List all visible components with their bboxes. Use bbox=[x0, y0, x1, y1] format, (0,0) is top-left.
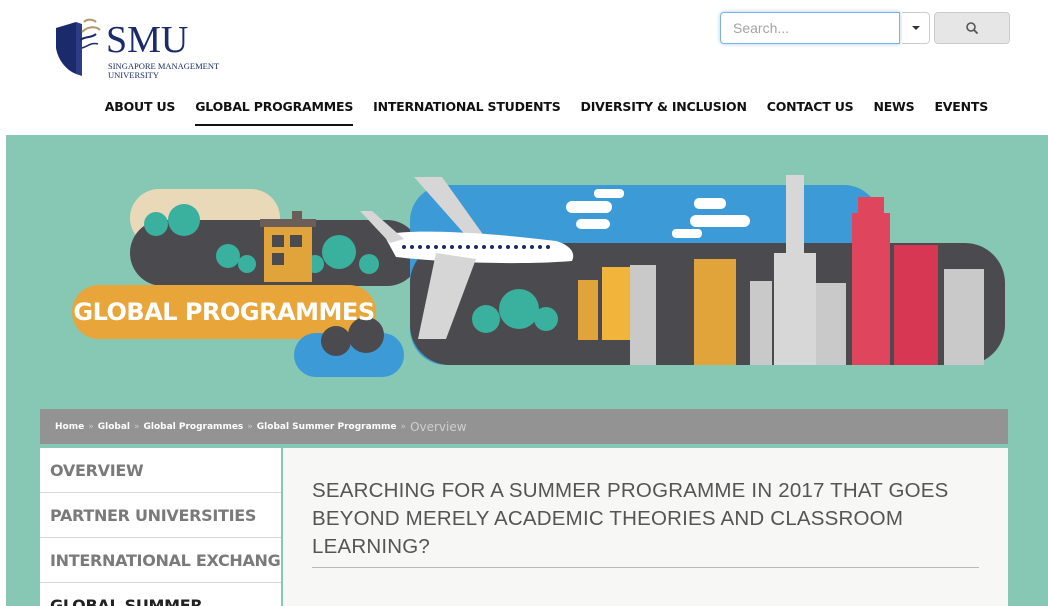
sidebar-item-partner-universities[interactable]: PARTNER UNIVERSITIES bbox=[40, 493, 281, 538]
sidebar-item-label: OVERVIEW bbox=[50, 460, 144, 480]
nav-global-programmes[interactable]: GLOBAL PROGRAMMES bbox=[185, 98, 363, 128]
sidebar-item-label: GLOBAL SUMMER bbox=[50, 596, 203, 606]
sidebar-item-label: INTERNATIONAL EXCHANGE bbox=[50, 550, 281, 570]
nav-news[interactable]: NEWS bbox=[863, 98, 924, 128]
breadcrumb-separator: » bbox=[133, 421, 140, 432]
sidebar-item-global-summer[interactable]: GLOBAL SUMMER bbox=[40, 583, 281, 606]
breadcrumb: Home » Global » Global Programmes » Glob… bbox=[40, 409, 1008, 444]
nav-contact-us[interactable]: CONTACT US bbox=[757, 98, 864, 128]
nav-international-students[interactable]: INTERNATIONAL STUDENTS bbox=[363, 98, 570, 128]
breadcrumb-home[interactable]: Home bbox=[55, 422, 84, 432]
logo-subtitle: SINGAPORE MANAGEMENT UNIVERSITY bbox=[108, 61, 220, 80]
breadcrumb-separator: » bbox=[247, 421, 253, 432]
breadcrumb-current: Overview bbox=[410, 419, 467, 434]
nav-diversity-inclusion[interactable]: DIVERSITY & INCLUSION bbox=[571, 98, 757, 128]
search-bar bbox=[720, 12, 1010, 44]
breadcrumb-global[interactable]: Global bbox=[98, 422, 130, 432]
sidebar-menu: OVERVIEW PARTNER UNIVERSITIES INTERNATIO… bbox=[40, 448, 281, 606]
breadcrumb-global-summer-programme[interactable]: Global Summer Programme bbox=[257, 422, 397, 432]
search-icon bbox=[966, 22, 979, 35]
nav-about-us[interactable]: ABOUT US bbox=[95, 98, 185, 128]
smu-logo[interactable]: SMU SINGAPORE MANAGEMENT UNIVERSITY bbox=[52, 12, 252, 84]
search-button[interactable] bbox=[934, 12, 1010, 44]
banner-title: GLOBAL PROGRAMMES bbox=[73, 298, 375, 326]
search-input[interactable] bbox=[720, 12, 900, 44]
main-content: SEARCHING FOR A SUMMER PROGRAMME IN 2017… bbox=[283, 448, 1008, 606]
sidebar-item-label: PARTNER UNIVERSITIES bbox=[50, 505, 257, 525]
sidebar-item-overview[interactable]: OVERVIEW bbox=[40, 448, 281, 493]
nav-events[interactable]: EVENTS bbox=[924, 98, 998, 128]
chevron-down-icon bbox=[911, 26, 920, 30]
breadcrumb-separator: » bbox=[88, 421, 94, 432]
divider bbox=[312, 567, 979, 568]
breadcrumb-global-programmes[interactable]: Global Programmes bbox=[144, 422, 244, 432]
page-heading: SEARCHING FOR A SUMMER PROGRAMME IN 2017… bbox=[312, 479, 949, 558]
breadcrumb-separator: » bbox=[400, 421, 407, 432]
sidebar-item-international-exchange[interactable]: INTERNATIONAL EXCHANGE bbox=[40, 538, 281, 583]
search-scope-dropdown[interactable] bbox=[902, 12, 930, 44]
main-nav: ABOUT US GLOBAL PROGRAMMES INTERNATIONAL… bbox=[95, 98, 998, 128]
logo-wordmark: SMU bbox=[106, 19, 189, 61]
smu-shield-icon bbox=[56, 18, 101, 76]
